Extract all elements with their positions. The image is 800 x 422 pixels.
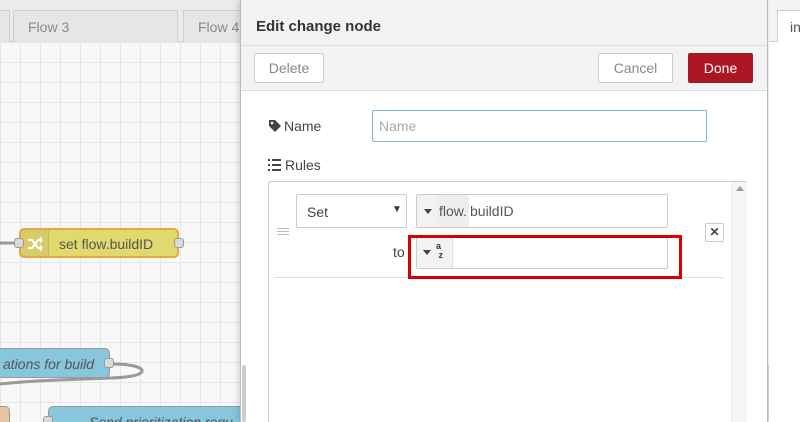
node-label: ations for build: [3, 356, 95, 372]
drag-handle[interactable]: [277, 228, 289, 236]
edit-tray: Edit change node Delete Cancel Done Name…: [240, 0, 772, 422]
right-sidebar: in: [769, 0, 800, 422]
node-label: Send prioritization requ: [89, 414, 233, 422]
flow-canvas[interactable]: set flow.buildID ations for build Send p…: [0, 42, 240, 422]
workspace-tab-flow-3[interactable]: Flow 3: [13, 10, 178, 42]
function-node[interactable]: ations for build: [0, 348, 114, 378]
node-input-port[interactable]: [14, 238, 24, 248]
tray-left-scrollbar[interactable]: [242, 365, 246, 422]
node-input-port[interactable]: [43, 416, 53, 422]
tab-label: Flow 4: [198, 19, 240, 35]
scroll-up-icon[interactable]: [736, 186, 744, 191]
partial-node[interactable]: [0, 406, 10, 422]
tag-icon: [269, 120, 281, 132]
tray-toolbar: Delete Cancel Done: [241, 46, 767, 91]
name-input[interactable]: [372, 110, 707, 142]
node-label: set flow.buildID: [59, 236, 154, 252]
list-icon: [268, 159, 281, 171]
caret-down-icon: [424, 209, 432, 214]
workspace-tab-partial[interactable]: [0, 10, 10, 42]
rule-to-label: to: [393, 244, 405, 260]
highlight-annotation: [408, 235, 682, 279]
property-type-button[interactable]: [417, 195, 439, 227]
tray-title: Edit change node: [256, 18, 382, 35]
workspace-tab-bar: Flow 3 Flow 4: [0, 0, 240, 42]
done-button[interactable]: Done: [688, 53, 753, 83]
cancel-button[interactable]: Cancel: [598, 53, 673, 83]
send-node[interactable]: Send prioritization requ: [43, 406, 240, 422]
sidebar-tab-label: in: [790, 19, 800, 35]
shuffle-icon: [28, 236, 43, 252]
select-arrow-icon: ▼: [392, 204, 402, 215]
name-label: Name: [284, 118, 322, 134]
node-icon-area: [21, 230, 49, 256]
rules-scrollbar[interactable]: [731, 182, 747, 422]
remove-rule-close-icon[interactable]: ✕: [705, 223, 724, 242]
rule-action-select[interactable]: Set ▼: [296, 194, 407, 228]
rules-label: Rules: [285, 157, 321, 173]
rule-action-value: Set: [307, 204, 329, 220]
property-value: buildID: [470, 203, 514, 219]
workspace-tab-flow-4[interactable]: Flow 4: [183, 10, 240, 42]
delete-button[interactable]: Delete: [254, 53, 324, 83]
node-output-port[interactable]: [104, 358, 114, 368]
node-output-port[interactable]: [174, 238, 184, 248]
sidebar-tab-info[interactable]: in: [777, 10, 800, 42]
rule-property-input[interactable]: flow. buildID: [416, 194, 668, 228]
workspace: Flow 3 Flow 4 set flow.buildID ations fo…: [0, 0, 240, 422]
property-prefix: flow.: [437, 195, 470, 227]
tray-header: Edit change node: [241, 0, 767, 46]
rules-list: Set ▼ flow. buildID ✕ to a z: [268, 181, 747, 422]
change-node[interactable]: set flow.buildID: [14, 228, 184, 258]
tab-label: Flow 3: [28, 19, 70, 35]
